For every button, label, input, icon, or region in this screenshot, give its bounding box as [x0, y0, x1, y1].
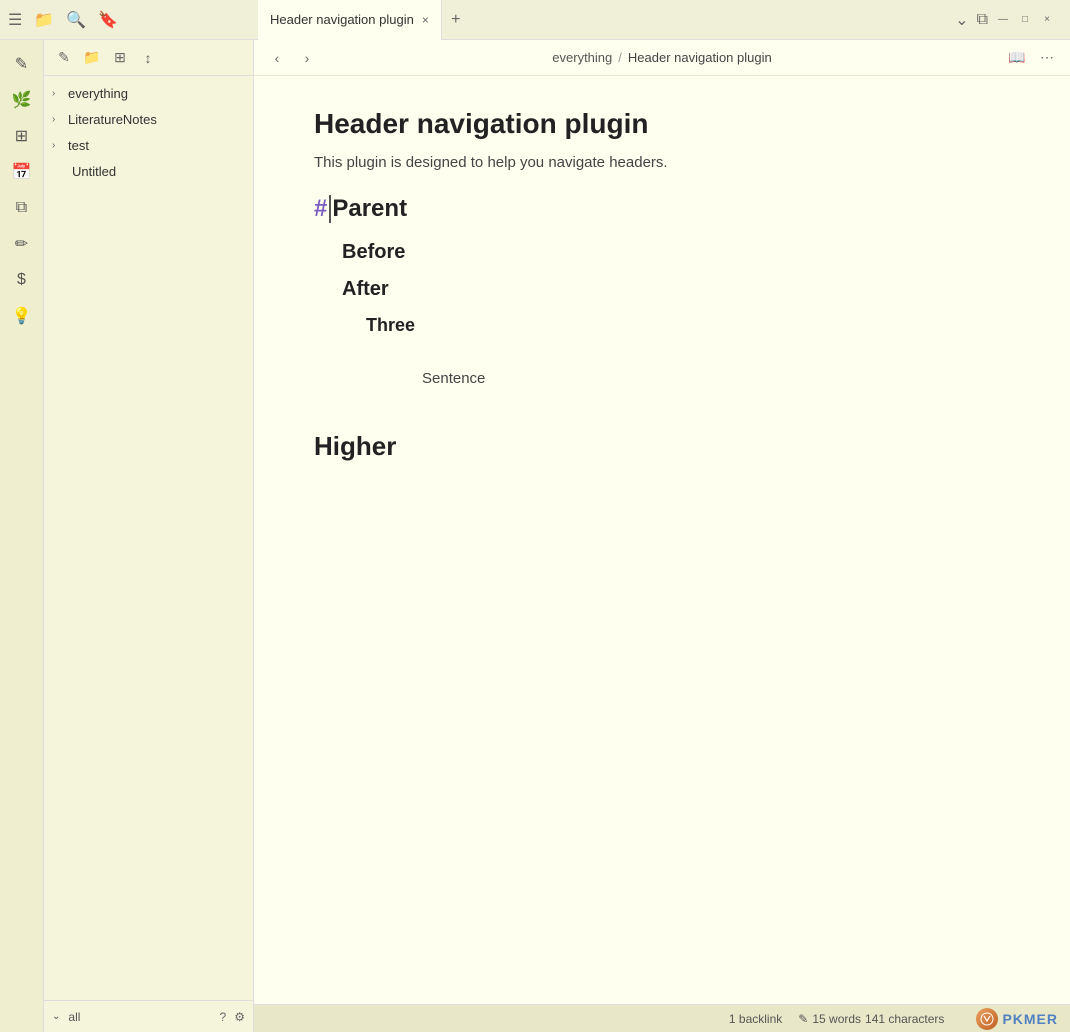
sidebar-item-test[interactable]: › test: [44, 132, 253, 158]
tab-label: Header navigation plugin: [270, 12, 414, 27]
chevron-right-icon: ›: [52, 114, 64, 125]
sidebar-footer: ⌄ all ? ⚙: [44, 1000, 253, 1032]
heading-before: Before: [342, 241, 1010, 264]
pkmer-text: PKMER: [1002, 1011, 1058, 1027]
tab-list-icon[interactable]: ⌄: [955, 10, 968, 30]
new-note-tool-icon[interactable]: ✎: [52, 46, 76, 70]
heading-higher-text: Higher: [314, 431, 396, 462]
reading-view-icon[interactable]: 📖: [1006, 47, 1028, 69]
document-subtitle: This plugin is designed to help you navi…: [314, 154, 1010, 171]
settings-icon[interactable]: ⚙: [234, 1010, 245, 1024]
more-options-icon[interactable]: ⋯: [1036, 47, 1058, 69]
sidebar-toggle-icon[interactable]: ☰: [8, 10, 22, 30]
heading-h1-text: Parent: [329, 195, 407, 223]
close-button[interactable]: ×: [1040, 13, 1054, 27]
footer-chevron-icon: ⌄: [52, 1011, 60, 1022]
sidebar-item-literaturenotes[interactable]: › LiteratureNotes: [44, 106, 253, 132]
help-icon[interactable]: ?: [220, 1010, 227, 1024]
breadcrumb-current: Header navigation plugin: [628, 50, 772, 65]
activity-copy-icon[interactable]: ⧉: [6, 192, 38, 224]
activity-bar: ✎ 🌿 ⊞ 📅 ⧉ ✏ $ 💡: [0, 40, 44, 1032]
title-bar: ☰ 📁 🔍 🔖 Header navigation plugin × + ⌄ ⧉…: [0, 0, 1070, 40]
activity-edit-icon[interactable]: ✏: [6, 228, 38, 260]
sidebar-item-label: Untitled: [72, 164, 245, 179]
activity-idea-icon[interactable]: 💡: [6, 300, 38, 332]
forward-button[interactable]: ›: [296, 47, 318, 69]
search-icon[interactable]: 🔍: [66, 10, 86, 30]
tab-area: Header navigation plugin × +: [258, 0, 955, 40]
sidebar: ✎ 📁 ⊞ ↕ › everything › LiteratureNotes ›…: [44, 40, 254, 1032]
heading-after: After: [342, 278, 1010, 301]
heading-higher: Higher: [314, 431, 1010, 462]
breadcrumb: everything / Header navigation plugin: [326, 50, 998, 65]
activity-new-note-icon[interactable]: ✎: [6, 48, 38, 80]
active-tab[interactable]: Header navigation plugin ×: [258, 0, 442, 40]
sentence-text: Sentence: [422, 370, 485, 387]
sidebar-item-label: everything: [68, 86, 245, 101]
pencil-icon: ✎: [798, 1012, 808, 1026]
bookmark-icon[interactable]: 🔖: [98, 10, 118, 30]
chevron-right-icon: ›: [52, 88, 64, 99]
heading-hash: #: [314, 195, 327, 223]
backlinks-status[interactable]: 1 backlink: [729, 1012, 782, 1026]
pkmer-branding: PKMER: [976, 1008, 1058, 1030]
heading-parent: #Parent: [314, 195, 1010, 223]
sidebar-tree: › everything › LiteratureNotes › test Un…: [44, 76, 253, 1000]
activity-dollar-icon[interactable]: $: [6, 264, 38, 296]
footer-all-label: all: [68, 1010, 80, 1024]
collapse-tool-icon[interactable]: ↕: [136, 46, 160, 70]
sidebar-item-everything[interactable]: › everything: [44, 80, 253, 106]
status-bar: 1 backlink ✎ 15 words 141 characters PKM…: [254, 1004, 1070, 1032]
editor[interactable]: Header navigation plugin This plugin is …: [254, 76, 1070, 1004]
sort-tool-icon[interactable]: ⊞: [108, 46, 132, 70]
sidebar-item-untitled[interactable]: Untitled: [44, 158, 253, 184]
backlinks-count: 1 backlink: [729, 1012, 782, 1026]
maximize-button[interactable]: □: [1018, 13, 1032, 27]
breadcrumb-separator: /: [618, 50, 622, 65]
activity-grid-icon[interactable]: ⊞: [6, 120, 38, 152]
content-nav-right: 📖 ⋯: [1006, 47, 1058, 69]
sidebar-toolbar: ✎ 📁 ⊞ ↕: [44, 40, 253, 76]
paragraph-sentence: Sentence: [422, 370, 1010, 387]
word-count: 15 words: [812, 1012, 861, 1026]
file-explorer-icon[interactable]: 📁: [34, 10, 54, 30]
sidebar-item-label: LiteratureNotes: [68, 112, 245, 127]
back-button[interactable]: ‹: [266, 47, 288, 69]
chevron-right-icon: ›: [52, 140, 64, 151]
tab-close-button[interactable]: ×: [422, 13, 429, 27]
title-bar-right: ⌄ ⧉ — □ ×: [955, 10, 1062, 30]
pkmer-logo-circle: [976, 1008, 998, 1030]
activity-calendar-icon[interactable]: 📅: [6, 156, 38, 188]
heading-three: Three: [366, 315, 1010, 336]
content-nav: ‹ › everything / Header navigation plugi…: [254, 40, 1070, 76]
char-count: 141 characters: [865, 1012, 944, 1026]
breadcrumb-parent[interactable]: everything: [552, 50, 612, 65]
sidebar-item-label: test: [68, 138, 245, 153]
word-count-status: ✎ 15 words 141 characters: [798, 1012, 944, 1026]
title-bar-left: ☰ 📁 🔍 🔖: [8, 10, 258, 30]
document-title: Header navigation plugin: [314, 108, 1010, 140]
main-layout: ✎ 🌿 ⊞ 📅 ⧉ ✏ $ 💡 ✎ 📁 ⊞ ↕ › everything › L…: [0, 40, 1070, 1032]
split-view-icon[interactable]: ⧉: [977, 11, 988, 29]
minimize-button[interactable]: —: [996, 13, 1010, 27]
new-folder-tool-icon[interactable]: 📁: [80, 46, 104, 70]
content-area: ‹ › everything / Header navigation plugi…: [254, 40, 1070, 1032]
new-tab-button[interactable]: +: [442, 6, 470, 34]
activity-graph-icon[interactable]: 🌿: [6, 84, 38, 116]
